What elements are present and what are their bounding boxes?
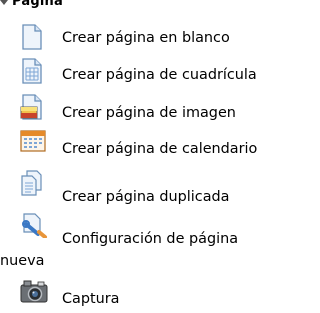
menu-item-capture[interactable]: Captura	[14, 278, 308, 308]
section-title: Página	[12, 0, 63, 9]
menu-item-label: Captura	[62, 291, 120, 307]
menu-item-label: Crear página de cuadrícula	[62, 67, 257, 83]
menu-item-label: Crear página duplicada	[62, 189, 230, 205]
duplicate-page-icon	[20, 170, 44, 196]
camera-icon	[20, 278, 48, 304]
page-section-header[interactable]: Página	[0, 0, 63, 9]
menu-item-blank-page[interactable]: Crear página en blanco	[14, 24, 308, 52]
menu-item-label: Crear página de calendario	[62, 141, 258, 157]
menu-item-label: Crear página en blanco	[62, 30, 230, 46]
image-page-icon	[20, 94, 44, 120]
menu-item-grid-page[interactable]: Crear página de cuadrícula	[14, 58, 308, 86]
page-settings-icon	[20, 210, 47, 238]
collapse-caret-icon[interactable]	[0, 0, 8, 8]
menu-item-new-page-settings[interactable]: Configuración de página nueva	[0, 210, 308, 269]
menu-item-label-line1: Configuración de página	[62, 231, 239, 247]
calendar-page-icon	[20, 128, 46, 154]
menu-item-duplicate-page[interactable]: Crear página duplicada	[14, 170, 308, 205]
menu-item-calendar-page[interactable]: Crear página de calendario	[14, 128, 308, 157]
menu-item-image-page[interactable]: Crear página de imagen	[14, 94, 308, 122]
menu-item-label-line2: nueva	[0, 253, 45, 269]
menu-item-label: Crear página de imagen	[62, 105, 236, 121]
blank-page-icon	[20, 24, 44, 50]
grid-page-icon	[20, 58, 44, 84]
